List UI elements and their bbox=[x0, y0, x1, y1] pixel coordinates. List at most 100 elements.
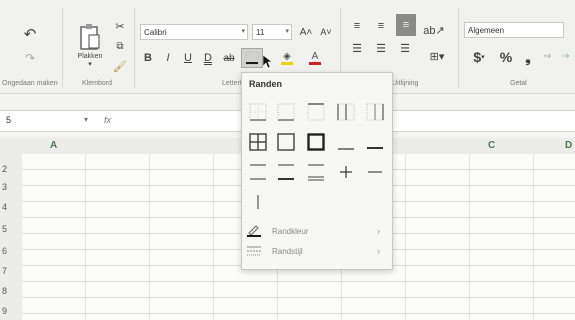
clipboard-group-label: Klembord bbox=[82, 80, 112, 87]
orientation-icon: ab↗ bbox=[423, 24, 445, 37]
bold-button[interactable]: B bbox=[140, 50, 156, 66]
redo-button[interactable]: ↷ bbox=[20, 50, 40, 66]
border-inside-horizontal-option-2[interactable] bbox=[366, 163, 384, 181]
paste-label: Plakken bbox=[77, 53, 103, 60]
border-thick-outside-icon bbox=[307, 133, 325, 151]
align-middle-button[interactable]: ≡ bbox=[372, 18, 390, 34]
chevron-down-icon: ▾ bbox=[88, 61, 92, 68]
chevron-right-icon: › bbox=[377, 226, 380, 236]
border-inside-vertical-icon bbox=[257, 195, 259, 209]
row-header[interactable]: 2 bbox=[2, 164, 7, 174]
border-left-right-icon bbox=[337, 103, 355, 121]
column-header-a[interactable]: A bbox=[50, 140, 57, 151]
decrease-decimal-icon: ⁻⁰ bbox=[561, 52, 569, 62]
format-painter-button[interactable]: 🖌 bbox=[112, 58, 128, 74]
strikethrough-icon: ab bbox=[223, 52, 235, 64]
border-top-thick-bottom-icon bbox=[278, 164, 294, 180]
row-header[interactable]: 3 bbox=[2, 182, 7, 192]
function-icon[interactable]: fx bbox=[104, 115, 111, 125]
fill-color-button[interactable]: ◈ bbox=[276, 48, 298, 68]
border-bottom-option[interactable] bbox=[249, 103, 267, 121]
strikethrough-button[interactable]: ab bbox=[220, 50, 238, 66]
border-top-double-bottom-icon bbox=[308, 164, 324, 181]
shrink-font-icon: A˅ bbox=[320, 27, 332, 37]
border-bottom-double-icon bbox=[338, 148, 354, 150]
border-outside-option[interactable] bbox=[277, 133, 295, 151]
row-header[interactable]: 9 bbox=[2, 306, 7, 316]
italic-button[interactable]: I bbox=[160, 50, 176, 66]
border-inside-vertical-option[interactable] bbox=[249, 193, 267, 211]
align-left-icon: ☰ bbox=[352, 42, 362, 55]
currency-button[interactable]: $ ▾ bbox=[466, 48, 492, 66]
chevron-down-icon: ▾ bbox=[84, 115, 89, 124]
decrease-decimal-button[interactable]: ⁻⁰ bbox=[556, 48, 574, 66]
paste-button[interactable]: Plakken ▾ bbox=[72, 18, 108, 73]
increase-decimal-button[interactable]: ⁺⁰ bbox=[538, 48, 556, 66]
comma-button[interactable]: ❟ bbox=[520, 48, 536, 66]
border-bottom-icon bbox=[245, 51, 259, 65]
align-right-button[interactable]: ☰ bbox=[396, 40, 414, 56]
borders-dropdown: Randen Randkleur › Randstijl › bbox=[241, 72, 393, 270]
merge-cells-button[interactable]: ⊞▾ bbox=[424, 48, 450, 64]
percent-button[interactable]: % bbox=[496, 48, 516, 66]
shrink-font-button[interactable]: A˅ bbox=[318, 24, 334, 40]
number-format-select[interactable]: Algemeen bbox=[464, 22, 564, 38]
double-underline-button[interactable]: D bbox=[200, 50, 216, 66]
font-name-value: Calibri bbox=[144, 27, 167, 37]
orientation-button[interactable]: ab↗ bbox=[423, 22, 445, 38]
divider bbox=[134, 8, 135, 88]
paint-bucket-icon: ◈ bbox=[283, 51, 291, 62]
cursor-icon bbox=[262, 54, 272, 68]
align-left-button[interactable]: ☰ bbox=[348, 40, 366, 56]
border-left-right-option[interactable] bbox=[337, 103, 355, 121]
border-inside-option[interactable] bbox=[337, 163, 355, 181]
copy-button[interactable]: ⧉ bbox=[112, 38, 128, 54]
row-header[interactable]: 6 bbox=[2, 246, 7, 256]
undo-button[interactable]: ↶ bbox=[20, 24, 40, 44]
number-group-label: Getal bbox=[510, 80, 527, 87]
chevron-down-icon: ▾ bbox=[285, 28, 289, 35]
border-right-option[interactable] bbox=[366, 103, 384, 121]
scissors-icon: ✂ bbox=[115, 20, 125, 33]
border-right-icon bbox=[366, 103, 384, 121]
row-header[interactable]: 4 bbox=[2, 202, 7, 212]
border-top-double-bottom-option[interactable] bbox=[307, 163, 325, 181]
row-header[interactable]: 8 bbox=[2, 286, 7, 296]
border-style-item[interactable]: Randstijl › bbox=[246, 243, 386, 259]
border-top-option[interactable] bbox=[307, 103, 325, 121]
border-color-item[interactable]: Randkleur › bbox=[246, 223, 386, 239]
align-group-label: Uitlijning bbox=[392, 80, 419, 87]
border-inside-icon bbox=[340, 166, 352, 178]
font-name-select[interactable]: Calibri ▾ bbox=[140, 24, 248, 40]
cut-button[interactable]: ✂ bbox=[112, 18, 128, 34]
column-header-c[interactable]: C bbox=[488, 140, 495, 151]
border-top-bottom-icon bbox=[250, 164, 266, 180]
row-header[interactable]: 5 bbox=[2, 224, 7, 234]
border-top-thick-bottom-option[interactable] bbox=[277, 163, 295, 181]
row-header[interactable]: 7 bbox=[2, 266, 7, 276]
column-header-d[interactable]: D bbox=[565, 140, 572, 151]
font-size-select[interactable]: 11 ▾ bbox=[252, 24, 292, 40]
border-top-icon bbox=[307, 103, 325, 121]
border-top-bottom-option[interactable] bbox=[249, 163, 267, 181]
underline-button[interactable]: U bbox=[180, 50, 196, 66]
wrap-text-button[interactable]: ≡ bbox=[396, 14, 416, 36]
border-inside-horizontal-option[interactable] bbox=[277, 103, 295, 121]
grow-font-button[interactable]: A˄ bbox=[298, 24, 314, 40]
align-center-button[interactable]: ☰ bbox=[372, 40, 390, 56]
italic-icon: I bbox=[166, 52, 170, 64]
name-box[interactable]: 5 bbox=[6, 115, 11, 125]
border-inside-horizontal-icon bbox=[368, 171, 382, 173]
copy-icon: ⧉ bbox=[116, 40, 124, 52]
font-color-button[interactable]: A bbox=[304, 48, 326, 68]
border-bottom-double-option[interactable] bbox=[337, 133, 355, 151]
chevron-right-icon: › bbox=[377, 246, 380, 256]
border-all-option[interactable] bbox=[249, 133, 267, 151]
border-thick-bottom-option[interactable] bbox=[366, 133, 384, 151]
double-underline-icon: D bbox=[204, 52, 212, 64]
font-size-value: 11 bbox=[256, 27, 265, 37]
comma-icon: ❟ bbox=[525, 48, 531, 65]
border-thick-outside-option[interactable] bbox=[307, 133, 325, 151]
align-top-button[interactable]: ≡ bbox=[348, 18, 366, 34]
borders-button[interactable] bbox=[241, 48, 263, 68]
